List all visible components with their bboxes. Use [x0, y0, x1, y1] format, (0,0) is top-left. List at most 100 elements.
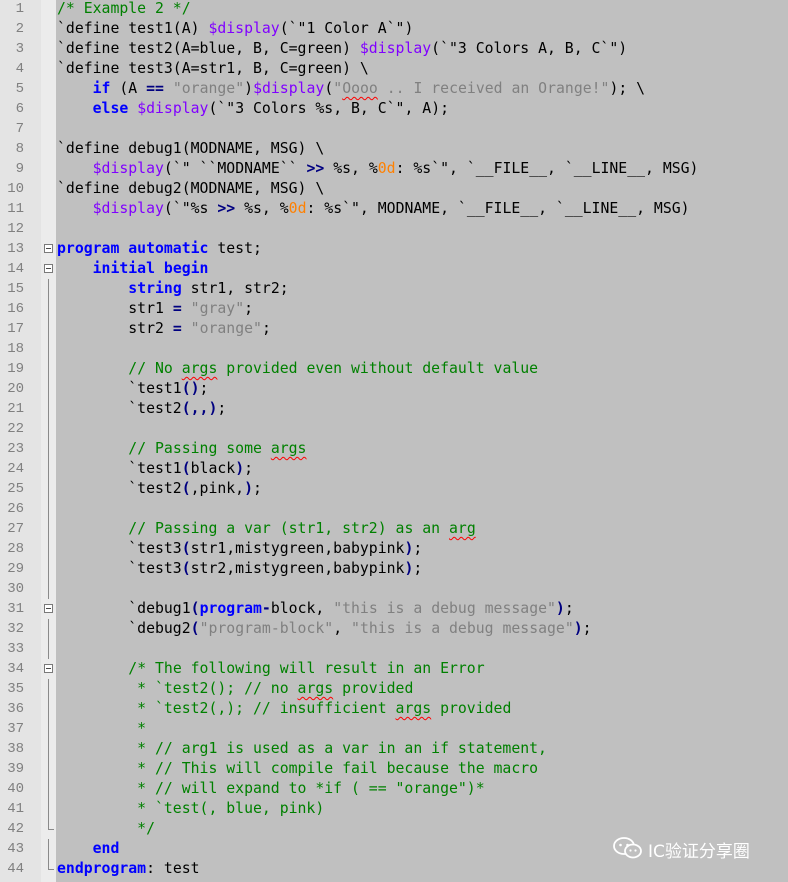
line-number: 38 — [7, 741, 24, 757]
line-number: 2 — [15, 21, 24, 37]
line-number: 40 — [7, 781, 24, 797]
code-text: // Passing some args — [128, 440, 307, 457]
code-line[interactable]: 37 * — [0, 719, 788, 739]
code-line[interactable]: 7 — [0, 119, 788, 139]
code-text: * `test2(,); // insufficient args provid… — [57, 700, 512, 717]
line-number: 39 — [7, 761, 24, 777]
code-line[interactable]: 33 — [0, 639, 788, 659]
code-line[interactable]: 16 str1 = "gray"; — [0, 299, 788, 319]
code-line[interactable]: 2 `define test1(A) $display(`"1 Color A`"… — [0, 19, 788, 39]
fold-guide — [48, 539, 49, 559]
code-line[interactable]: 44 endprogram: test — [0, 859, 788, 879]
line-number: 12 — [7, 221, 24, 237]
code-line[interactable]: 17 str2 = "orange"; — [0, 319, 788, 339]
fold-end-marker — [48, 819, 54, 830]
code-text: `define test3(A=str1, B, C=green) \ — [57, 60, 369, 77]
code-line[interactable]: 32 `debug2("program-block", "this is a d… — [0, 619, 788, 639]
code-line[interactable]: 18 — [0, 339, 788, 359]
code-text: if (A == "orange")$display("Oooo .. I re… — [92, 80, 646, 97]
code-text: str2 = "orange"; — [57, 320, 271, 337]
fold-guide — [48, 399, 49, 419]
code-line[interactable]: 8 `define debug1(MODNAME, MSG) \ — [0, 139, 788, 159]
code-text: end — [92, 840, 120, 857]
line-number: 1 — [15, 1, 24, 17]
code-line[interactable]: 1 /* Example 2 */ — [0, 0, 788, 19]
code-line[interactable]: 23 // Passing some args — [0, 439, 788, 459]
code-text: endprogram: test — [57, 860, 200, 877]
line-number: 43 — [7, 841, 24, 857]
code-line[interactable]: 22 — [0, 419, 788, 439]
code-line[interactable]: 11 $display(`"%s >> %s, %0d: %s`", MODNA… — [0, 199, 788, 219]
code-text: `define test2(A=blue, B, C=green) $displ… — [57, 40, 628, 57]
code-line[interactable]: 40 * // will expand to *if ( == "orange"… — [0, 779, 788, 799]
line-number: 21 — [7, 401, 24, 417]
fold-guide — [48, 499, 49, 519]
code-line[interactable]: 24 `test1(black); — [0, 459, 788, 479]
watermark: IC验证分享圈 — [612, 834, 772, 862]
fold-guide — [48, 419, 49, 439]
code-text: * // arg1 is used as a var in an if stat… — [57, 740, 547, 757]
line-number: 32 — [7, 621, 24, 637]
code-line[interactable]: 30 — [0, 579, 788, 599]
code-line[interactable]: 35 * `test2(); // no args provided — [0, 679, 788, 699]
line-number: 9 — [15, 161, 24, 177]
code-line[interactable]: 19 // No args provided even without defa… — [0, 359, 788, 379]
code-line[interactable]: 39 * // This will compile fail because t… — [0, 759, 788, 779]
fold-guide — [48, 379, 49, 399]
code-line[interactable]: 21 `test2(,,); — [0, 399, 788, 419]
code-text: * — [57, 720, 147, 737]
line-number: 35 — [7, 681, 24, 697]
code-line[interactable]: 4 `define test3(A=str1, B, C=green) \ — [0, 59, 788, 79]
code-line[interactable]: 38 * // arg1 is used as a var in an if s… — [0, 739, 788, 759]
code-text: // No args provided even without default… — [128, 360, 539, 377]
code-line[interactable]: 29 `test3(str2,mistygreen,babypink); — [0, 559, 788, 579]
fold-guide — [48, 839, 49, 859]
code-line[interactable]: 10 `define debug2(MODNAME, MSG) \ — [0, 179, 788, 199]
code-text: `define test1(A) $display(`"1 Color A`") — [57, 20, 414, 37]
code-text: `test1(black); — [57, 460, 254, 477]
code-line[interactable]: 3 `define test2(A=blue, B, C=green) $disp… — [0, 39, 788, 59]
fold-toggle-icon[interactable] — [44, 264, 53, 273]
code-text: /* The following will result in an Error — [128, 660, 485, 677]
fold-guide — [48, 639, 49, 659]
fold-guide — [48, 779, 49, 799]
code-line[interactable]: 15 string str1, str2; — [0, 279, 788, 299]
code-line[interactable]: 9 $display(`" ``MODNAME`` >> %s, %0d: %s… — [0, 159, 788, 179]
code-text: `test3(str1,mistygreen,babypink); — [57, 540, 423, 557]
code-line[interactable]: 36 * `test2(,); // insufficient args pro… — [0, 699, 788, 719]
line-number: 41 — [7, 801, 24, 817]
line-number: 36 — [7, 701, 24, 717]
code-text: string str1, str2; — [128, 280, 289, 297]
line-number: 31 — [7, 601, 24, 617]
code-line[interactable]: 34 /* The following will result in an Er… — [0, 659, 788, 679]
code-line[interactable]: 27 // Passing a var (str1, str2) as an a… — [0, 519, 788, 539]
code-line[interactable]: 25 `test2(,pink,); — [0, 479, 788, 499]
code-line[interactable]: 13 program automatic test; — [0, 239, 788, 259]
code-text: `debug2("program-block", "this is a debu… — [57, 620, 592, 637]
fold-toggle-icon[interactable] — [44, 244, 53, 253]
fold-toggle-icon[interactable] — [44, 664, 53, 673]
fold-guide — [48, 459, 49, 479]
code-line[interactable]: 20 `test1(); — [0, 379, 788, 399]
line-number: 33 — [7, 641, 24, 657]
line-number: 7 — [15, 121, 24, 137]
code-line[interactable]: 28 `test3(str1,mistygreen,babypink); — [0, 539, 788, 559]
line-number: 19 — [7, 361, 24, 377]
code-text: `test2(,pink,); — [57, 480, 262, 497]
line-number: 11 — [7, 201, 24, 217]
code-line[interactable]: 5 if (A == "orange")$display("Oooo .. I … — [0, 79, 788, 99]
code-line[interactable]: 6 else $display(`"3 Colors %s, B, C`", A… — [0, 99, 788, 119]
code-text: str1 = "gray"; — [57, 300, 254, 317]
code-line[interactable]: 26 — [0, 499, 788, 519]
code-line[interactable]: 12 — [0, 219, 788, 239]
fold-toggle-icon[interactable] — [44, 604, 53, 613]
code-editor[interactable]: 1 /* Example 2 */ 2 `define test1(A) $displ… — [0, 0, 788, 882]
code-text: */ — [57, 820, 155, 837]
code-text: * // This will compile fail because the … — [57, 760, 539, 777]
line-number: 14 — [7, 261, 24, 277]
code-line[interactable]: 41 * `test(, blue, pink) — [0, 799, 788, 819]
code-line[interactable]: 31 `debug1(program-block, "this is a deb… — [0, 599, 788, 619]
fold-guide — [48, 699, 49, 719]
code-line[interactable]: 14 initial begin — [0, 259, 788, 279]
code-text: `test3(str2,mistygreen,babypink); — [57, 560, 423, 577]
